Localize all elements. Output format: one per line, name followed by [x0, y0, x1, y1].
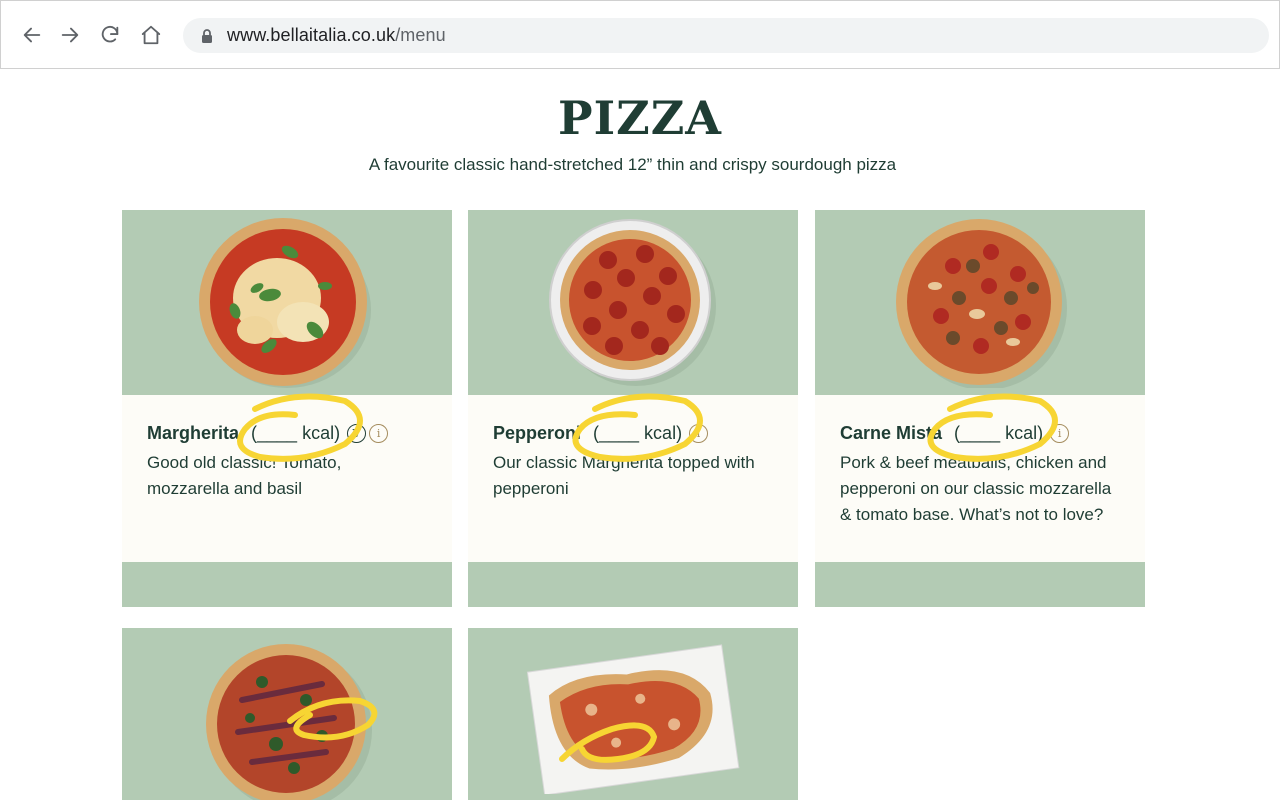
- pizza-name: Carne Mista: [840, 422, 943, 443]
- arrow-left-icon: [23, 27, 41, 43]
- kcal-label: (____ kcal): [251, 422, 341, 443]
- info-icon[interactable]: i: [689, 423, 709, 443]
- pizza-image: [122, 210, 452, 395]
- menu-page: PIZZA A favourite classic hand-stretched…: [0, 69, 1280, 800]
- address-bar[interactable]: www.bellaitalia.co.uk/menu: [183, 18, 1269, 53]
- kcal-label: (____ kcal): [593, 422, 683, 443]
- pizza-description: Pork & beef meatballs, chicken and peppe…: [840, 453, 1112, 524]
- card-heading: Margherita (____ kcal) V i: [147, 421, 427, 445]
- info-icon[interactable]: i: [1050, 423, 1070, 443]
- info-icon[interactable]: i: [369, 423, 389, 443]
- menu-card-carne-mista[interactable]: Carne Mista (____ kcal) i Pork & beef me…: [815, 210, 1145, 607]
- forward-button[interactable]: [56, 21, 84, 49]
- pizza-image: [468, 628, 798, 800]
- kcal-label: (____ kcal): [954, 422, 1044, 443]
- pizza-name: Pepperoni: [493, 422, 582, 443]
- pizza-image: [815, 210, 1145, 395]
- card-body: Pepperoni (____ kcal) i Our classic Marg…: [468, 395, 798, 562]
- menu-card[interactable]: [122, 628, 452, 800]
- reload-icon: [101, 25, 119, 43]
- arrow-right-icon: [61, 27, 79, 43]
- pizza-description: Our classic Margherita topped with peppe…: [493, 453, 755, 498]
- home-button[interactable]: [137, 21, 165, 49]
- menu-card[interactable]: [468, 628, 798, 800]
- section-title: PIZZA: [558, 91, 722, 145]
- card-heading: Pepperoni (____ kcal) i: [493, 421, 773, 445]
- menu-card-margherita[interactable]: Margherita (____ kcal) V i Good old clas…: [122, 210, 452, 607]
- url-path: /menu: [395, 25, 446, 45]
- back-button[interactable]: [18, 21, 46, 49]
- vegetarian-badge[interactable]: V: [347, 423, 367, 443]
- url-domain: www.bellaitalia.co.uk: [227, 25, 396, 45]
- menu-card-pepperoni[interactable]: Pepperoni (____ kcal) i Our classic Marg…: [468, 210, 798, 607]
- home-icon: [141, 25, 161, 45]
- browser-toolbar: www.bellaitalia.co.uk/menu: [0, 0, 1280, 69]
- section-subtitle: A favourite classic hand-stretched 12” t…: [368, 155, 897, 174]
- pizza-image: [122, 628, 452, 800]
- card-heading: Carne Mista (____ kcal) i: [840, 421, 1120, 445]
- reload-button[interactable]: [96, 21, 124, 49]
- pizza-name: Margherita: [147, 422, 240, 443]
- url-text: www.bellaitalia.co.uk/menu: [227, 25, 446, 46]
- card-body: Margherita (____ kcal) V i Good old clas…: [122, 395, 452, 562]
- lock-icon: [201, 28, 213, 43]
- pizza-description: Good old classic! Tomato, mozzarella and…: [147, 453, 342, 498]
- pizza-image: [468, 210, 798, 395]
- card-body: Carne Mista (____ kcal) i Pork & beef me…: [815, 395, 1145, 562]
